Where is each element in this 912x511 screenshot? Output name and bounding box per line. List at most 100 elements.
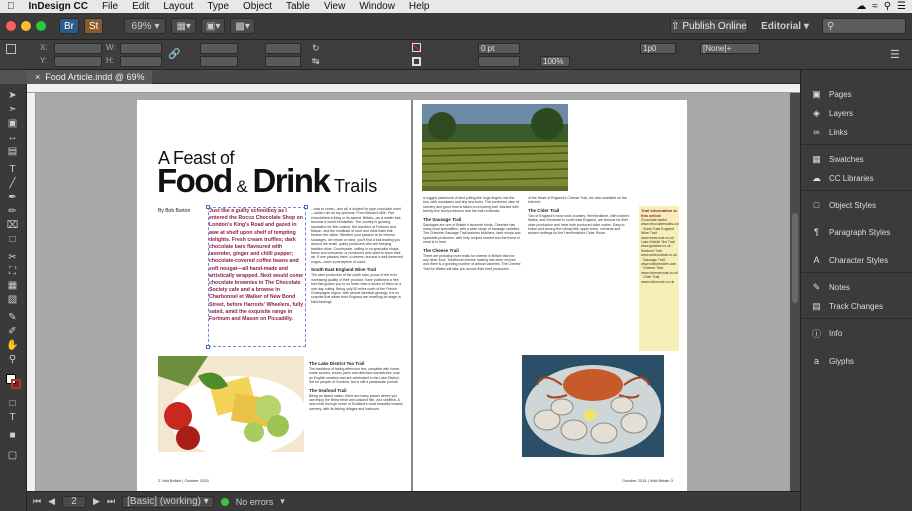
y-field[interactable] [54, 56, 102, 67]
menu-layout[interactable]: Layout [156, 1, 200, 12]
cc-cloud-icon[interactable]: ☁ [856, 1, 866, 12]
panel-track-changes[interactable]: ▤ Track Changes [801, 297, 912, 315]
panel-notes[interactable]: ✎ Notes [801, 278, 912, 296]
fill-swatch-icon[interactable] [412, 43, 421, 52]
apply-color-icon[interactable]: ■ [5, 430, 20, 441]
gap-tool-icon[interactable]: ↔ [5, 132, 20, 143]
close-window-button[interactable] [6, 21, 16, 31]
arrange-documents-button[interactable]: ▩▾ [230, 18, 255, 34]
offset-field[interactable]: 1p0 [640, 43, 676, 54]
right-page-column-2[interactable]: of the Heart of England's Cheese Trail, … [528, 196, 632, 351]
page-tool-icon[interactable]: ▣ [5, 118, 20, 129]
menu-object[interactable]: Object [236, 1, 279, 12]
left-page-column-3[interactable]: The Lake District Tea Trail The traditio… [309, 358, 403, 470]
menu-file[interactable]: File [95, 1, 125, 12]
next-page-icon[interactable]: ▶ [93, 496, 100, 507]
width-field[interactable] [120, 43, 162, 54]
workspace-switcher[interactable]: Editorial ▾ [753, 18, 817, 34]
formatting-affects-container-icon[interactable]: □ [5, 398, 20, 409]
left-page[interactable]: A Feast of Food & Drink Trails By Bob Ba… [137, 100, 411, 491]
menu-list-icon[interactable]: ☰ [897, 1, 906, 12]
rotation-field[interactable] [265, 43, 301, 54]
previous-page-icon[interactable]: ◀ [48, 496, 55, 507]
eyedropper-tool-icon[interactable]: ✐ [5, 326, 20, 337]
right-page-column-1[interactable]: a rugged patchwork of land jutting like … [423, 196, 521, 461]
panel-layers[interactable]: ◈ Layers [801, 104, 912, 122]
horizontal-ruler[interactable] [27, 84, 800, 93]
menu-edit[interactable]: Edit [125, 1, 156, 12]
menu-view[interactable]: View [317, 1, 353, 12]
opacity-field[interactable]: 100% [540, 56, 570, 67]
left-page-column-2[interactable]: ...was to come—and all, a subject for pi… [311, 207, 403, 352]
stock-button[interactable]: St [84, 18, 104, 34]
type-tool-icon[interactable]: T [5, 164, 20, 175]
shear-field[interactable] [265, 56, 301, 67]
zoom-window-button[interactable] [36, 21, 46, 31]
last-page-icon[interactable]: ⏭ [107, 496, 115, 507]
direct-selection-tool-icon[interactable]: ➣ [5, 104, 20, 115]
stroke-color-icon[interactable] [11, 379, 21, 389]
panel-cc-libraries[interactable]: ☁ CC Libraries [801, 169, 912, 187]
apple-menu-icon[interactable]:  [0, 1, 22, 12]
help-search-input[interactable]: ⚲ [822, 18, 906, 34]
preflight-profile-select[interactable]: [Basic] (working) ▾ [122, 495, 214, 508]
rotate-icon[interactable]: ↻ [312, 43, 320, 54]
pen-tool-icon[interactable]: ✒ [5, 192, 20, 203]
gradient-tool-icon[interactable]: ▦ [5, 280, 20, 291]
constrain-proportions-icon[interactable]: 🔗 [168, 49, 180, 60]
x-field[interactable] [54, 43, 102, 54]
vineyard-image[interactable] [422, 104, 568, 191]
seafood-platter-image[interactable] [522, 355, 664, 457]
first-page-icon[interactable]: ⏮ [33, 496, 41, 507]
gradient-feather-tool-icon[interactable]: ▧ [5, 294, 20, 305]
panel-info[interactable]: ⓘ Info [801, 324, 912, 342]
view-options-button[interactable]: ▦▾ [171, 18, 196, 34]
panel-character-styles[interactable]: A Character Styles [801, 251, 912, 269]
frame-handle[interactable] [304, 205, 308, 209]
note-tool-icon[interactable]: ✎ [5, 312, 20, 323]
menu-type[interactable]: Type [200, 1, 236, 12]
panel-object-styles[interactable]: □ Object Styles [801, 196, 912, 214]
panel-paragraph-styles[interactable]: ¶ Paragraph Styles [801, 223, 912, 241]
screen-mode-icon[interactable]: ▢ [5, 450, 20, 461]
stroke-type-select[interactable] [478, 56, 520, 67]
spotlight-icon[interactable]: ⚲ [884, 1, 891, 12]
screen-mode-button[interactable]: ▣▾ [200, 18, 226, 34]
wifi-icon[interactable]: ≈ [872, 1, 878, 12]
line-tool-icon[interactable]: ╱ [5, 178, 20, 189]
menu-app-name[interactable]: InDesign CC [22, 1, 95, 12]
frame-handle[interactable] [206, 205, 210, 209]
zoom-level-select[interactable]: 69% ▾ [124, 18, 167, 34]
preflight-menu-icon[interactable]: ▾ [280, 496, 285, 507]
height-field[interactable] [120, 56, 162, 67]
reference-point-icon[interactable] [6, 44, 16, 54]
content-collector-icon[interactable]: ▤ [5, 146, 20, 157]
page-number-field[interactable]: 2 [62, 495, 87, 508]
document-tab[interactable]: × Food Article.indd @ 69% [27, 70, 153, 84]
trail-info-sidebar[interactable]: Trail information in this article Chocol… [639, 206, 679, 351]
menu-table[interactable]: Table [279, 1, 317, 12]
close-tab-icon[interactable]: × [35, 70, 40, 84]
zoom-tool-icon[interactable]: ⚲ [5, 354, 20, 365]
object-style-select[interactable]: [None]+ [700, 43, 760, 54]
frame-handle[interactable] [206, 345, 210, 349]
bridge-button[interactable]: Br [59, 18, 79, 34]
panel-menu-icon[interactable]: ☰ [890, 48, 900, 61]
rectangle-tool-icon[interactable]: □ [5, 234, 20, 245]
formatting-affects-text-icon[interactable]: T [5, 412, 20, 423]
right-page[interactable]: a rugged patchwork of land jutting like … [413, 100, 687, 491]
rectangle-frame-tool-icon[interactable]: ⌧ [5, 220, 20, 231]
pencil-tool-icon[interactable]: ✏ [5, 206, 20, 217]
scroll-thumb[interactable] [792, 213, 798, 303]
scale-y-field[interactable] [200, 56, 238, 67]
hand-tool-icon[interactable]: ✋ [5, 340, 20, 351]
free-transform-tool-icon[interactable]: ⛶ [5, 266, 20, 277]
stroke-weight-field[interactable]: 0 pt [478, 43, 520, 54]
scale-x-field[interactable] [200, 43, 238, 54]
selection-tool-icon[interactable]: ➤ [5, 90, 20, 101]
lead-paragraph-frame[interactable]: Just like a guilty schoolboy as I entere… [208, 207, 306, 347]
flip-icon[interactable]: ↹ [312, 56, 320, 67]
pasteboard[interactable]: A Feast of Food & Drink Trails By Bob Ba… [36, 93, 800, 491]
minimize-window-button[interactable] [21, 21, 31, 31]
panel-pages[interactable]: ▣ Pages [801, 85, 912, 103]
